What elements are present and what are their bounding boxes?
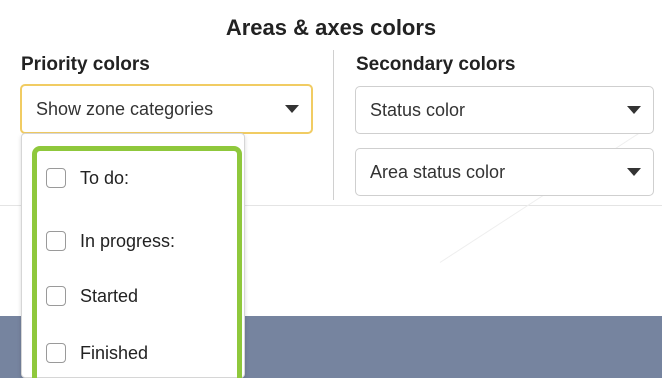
secondary-colors-dropdown[interactable]: Status color <box>355 86 654 134</box>
chevron-down-icon <box>627 106 641 114</box>
checkbox[interactable] <box>46 343 66 363</box>
column-divider <box>333 50 334 200</box>
checkbox[interactable] <box>46 231 66 251</box>
priority-colors-dropdown[interactable]: Show zone categories <box>20 84 313 134</box>
area-status-dropdown-value: Area status color <box>370 162 506 182</box>
checkbox[interactable] <box>46 286 66 306</box>
option-to-do[interactable]: To do: <box>46 167 129 189</box>
option-label: To do: <box>80 168 130 188</box>
priority-colors-label: Priority colors <box>21 54 150 75</box>
option-label: In progress: <box>80 231 176 251</box>
checkbox[interactable] <box>46 168 66 188</box>
option-label: Finished <box>80 343 149 363</box>
option-in-progress[interactable]: In progress: <box>46 230 175 252</box>
secondary-colors-dropdown-value: Status color <box>370 100 466 120</box>
chevron-down-icon <box>627 168 641 176</box>
option-label: Started <box>80 286 139 306</box>
secondary-colors-label: Secondary colors <box>356 54 516 75</box>
priority-colors-dropdown-value: Show zone categories <box>36 99 214 119</box>
chevron-down-icon <box>285 105 299 113</box>
option-started[interactable]: Started <box>46 285 138 307</box>
panel-title: Areas & axes colors <box>225 15 437 40</box>
option-finished[interactable]: Finished <box>46 342 148 364</box>
area-status-dropdown[interactable]: Area status color <box>355 148 654 196</box>
